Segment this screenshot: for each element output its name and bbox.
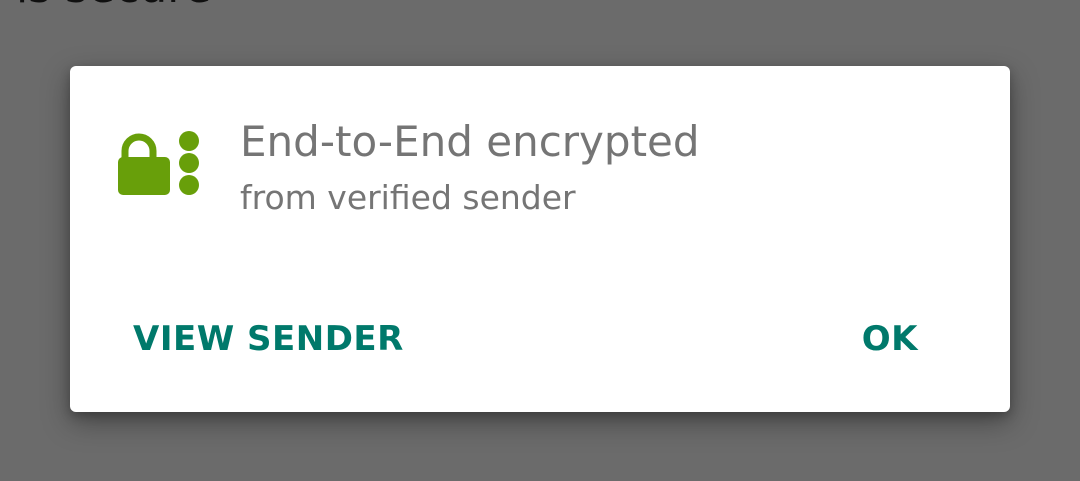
background-partial-text: is secure — [16, 0, 211, 10]
lock-with-dots-icon — [116, 131, 202, 199]
ok-button[interactable]: OK — [862, 316, 918, 362]
dialog-subtitle: from verified sender — [240, 178, 576, 217]
dialog-title: End-to-End encrypted — [240, 117, 700, 166]
encryption-status-dialog: End-to-End encrypted from verified sende… — [70, 66, 1010, 412]
view-sender-button[interactable]: VIEW SENDER — [133, 316, 404, 362]
